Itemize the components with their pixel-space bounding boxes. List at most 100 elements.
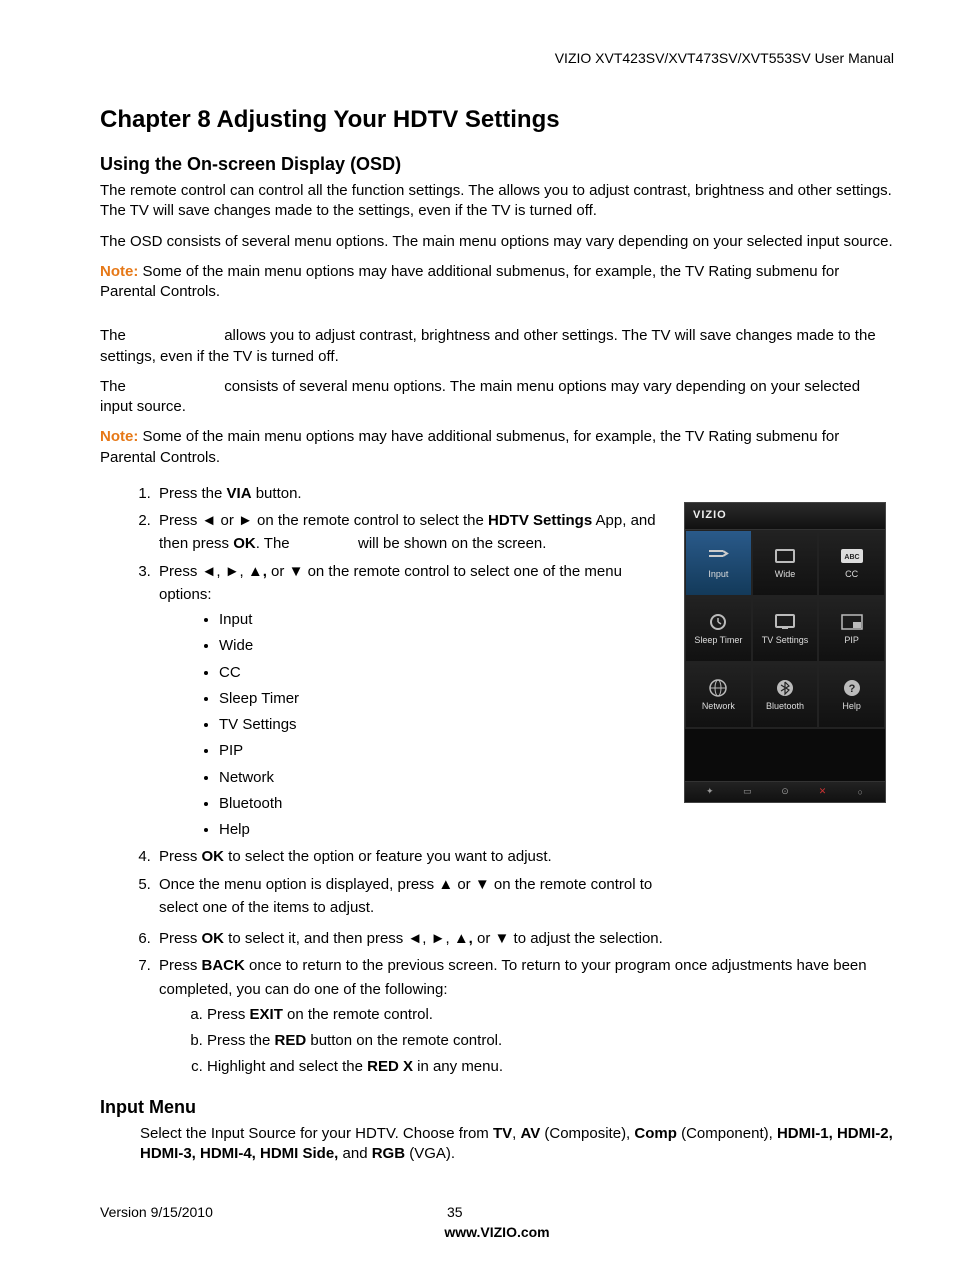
osd-tile-pip[interactable]: PIP <box>818 596 885 662</box>
osd-tile-label: TV Settings <box>762 636 809 646</box>
text: Some of the main menu options may have a… <box>100 428 839 465</box>
osd-tile-bluetooth[interactable]: Bluetooth <box>752 662 819 728</box>
text: to select the option or feature you want… <box>224 848 552 865</box>
osd-tile-input[interactable]: Input <box>685 530 752 596</box>
text: button. <box>252 485 302 502</box>
osd-tile-cc[interactable]: ABC CC <box>818 530 885 596</box>
section-input-menu-title: Input Menu <box>100 1097 894 1118</box>
footer-icon: ○ <box>854 786 866 798</box>
text: will be shown on the screen. <box>354 535 547 552</box>
note-label: Note: <box>100 428 138 445</box>
osd-tile-help[interactable]: ? Help <box>818 662 885 728</box>
back-label: BACK <box>202 957 245 974</box>
sub-steps: Press EXIT on the remote control. Press … <box>159 1003 894 1079</box>
svg-text:ABC: ABC <box>844 554 859 561</box>
text: in any menu. <box>413 1058 503 1075</box>
rgb-label: RGB <box>372 1145 405 1162</box>
hdtv-settings-label: HDTV Settings <box>488 512 592 529</box>
footer-url: www.VIZIO.com <box>100 1224 894 1240</box>
wide-icon <box>773 546 797 566</box>
footer-version: Version 9/15/2010 <box>100 1204 447 1220</box>
text: allows you to adjust contrast, brightnes… <box>100 327 876 364</box>
input-menu-paragraph: Select the Input Source for your HDTV. C… <box>100 1124 894 1165</box>
document-page: VIZIO XVT423SV/XVT473SV/XVT553SV User Ma… <box>0 0 954 1280</box>
text: Press <box>159 957 202 974</box>
svg-text:?: ? <box>848 683 855 695</box>
list-item: Bluetooth <box>219 792 666 815</box>
text: Some of the main menu options may have a… <box>100 263 839 300</box>
ok-label: OK <box>202 848 225 865</box>
text: Press <box>159 930 202 947</box>
chapter-title: Chapter 8 Adjusting Your HDTV Settings <box>100 106 894 134</box>
step-6: Press OK to select it, and then press ◄,… <box>155 927 894 950</box>
text: Press <box>159 848 202 865</box>
paragraph-4: The consists of several menu options. Th… <box>100 377 894 418</box>
text: (Composite), <box>540 1125 634 1142</box>
osd-tile-label: Input <box>708 570 728 580</box>
note-label: Note: <box>100 263 138 280</box>
red-x-label: RED X <box>367 1058 413 1075</box>
text: or ▼ to adjust the selection. <box>473 930 663 947</box>
text: (VGA). <box>405 1145 455 1162</box>
note-paragraph-2: Note: Some of the main menu options may … <box>100 427 894 468</box>
osd-tile-label: Bluetooth <box>766 702 804 712</box>
steps-list: Press the VIA button. Press ◄ or ► on th… <box>100 482 666 919</box>
text: The <box>100 327 130 344</box>
step-5: Once the menu option is displayed, press… <box>155 873 666 920</box>
osd-tile-sleep-timer[interactable]: Sleep Timer <box>685 596 752 662</box>
footer-icon: ▭ <box>741 786 753 798</box>
osd-spacer <box>685 728 885 781</box>
pip-icon <box>840 612 864 632</box>
intro-paragraph-1: The remote control can control all the f… <box>100 181 894 222</box>
list-item: Input <box>219 608 666 631</box>
cc-icon: ABC <box>840 546 864 566</box>
steps-list-cont: Press OK to select it, and then press ◄,… <box>100 927 894 1079</box>
text: Press ◄ or ► on the remote control to se… <box>159 512 488 529</box>
osd-panel: VIZIO Input Wide ABC CC <box>684 502 886 803</box>
text: Press the <box>159 485 227 502</box>
footer-icon: ⊙ <box>779 786 791 798</box>
text: The remote control can control all the f… <box>100 182 498 199</box>
list-item: Wide <box>219 634 666 657</box>
menu-options-list: Input Wide CC Sleep Timer TV Settings PI… <box>159 608 666 841</box>
osd-brand: VIZIO <box>685 503 885 530</box>
red-label: RED <box>275 1032 307 1049</box>
osd-tile-wide[interactable]: Wide <box>752 530 819 596</box>
list-item: CC <box>219 661 666 684</box>
paragraph-3: The allows you to adjust contrast, brigh… <box>100 326 894 367</box>
text: and <box>338 1145 371 1162</box>
header-manual-title: VIZIO XVT423SV/XVT473SV/XVT553SV User Ma… <box>100 50 894 66</box>
osd-tile-label: PIP <box>844 636 859 646</box>
intro-paragraph-2: The OSD consists of several menu options… <box>100 232 894 252</box>
osd-tile-tv-settings[interactable]: TV Settings <box>752 596 819 662</box>
osd-tile-label: Sleep Timer <box>694 636 742 646</box>
tv-settings-icon <box>773 612 797 632</box>
sub-step-b: Press the RED button on the remote contr… <box>207 1029 894 1052</box>
ok-label: OK <box>202 930 225 947</box>
tv-label: TV <box>493 1125 512 1142</box>
text: Highlight and select the <box>207 1058 367 1075</box>
list-item: Help <box>219 818 666 841</box>
bluetooth-icon <box>773 678 797 698</box>
step-3: Press ◄, ►, ▲, or ▼ on the remote contro… <box>155 560 666 842</box>
av-label: AV <box>520 1125 540 1142</box>
osd-tile-label: Help <box>842 702 861 712</box>
help-icon: ? <box>840 678 864 698</box>
sub-step-a: Press EXIT on the remote control. <box>207 1003 894 1026</box>
text: Press ◄, ►, ▲ <box>159 563 263 580</box>
sub-step-c: Highlight and select the RED X in any me… <box>207 1055 894 1078</box>
step-7: Press BACK once to return to the previou… <box>155 954 894 1078</box>
osd-tile-label: Wide <box>775 570 796 580</box>
note-paragraph-1: Note: Some of the main menu options may … <box>100 262 894 303</box>
step-2: Press ◄ or ► on the remote control to se… <box>155 509 666 556</box>
osd-tile-network[interactable]: Network <box>685 662 752 728</box>
sleep-timer-icon <box>706 612 730 632</box>
input-icon <box>706 546 730 566</box>
section-osd-title: Using the On-screen Display (OSD) <box>100 154 894 175</box>
exit-label: EXIT <box>250 1006 283 1023</box>
via-button-label: VIA <box>227 485 252 502</box>
footer-page-number: 35 <box>447 1204 547 1220</box>
ok-label: OK <box>233 535 256 552</box>
text: consists of several menu options. The ma… <box>100 378 860 415</box>
text: The <box>100 378 130 395</box>
